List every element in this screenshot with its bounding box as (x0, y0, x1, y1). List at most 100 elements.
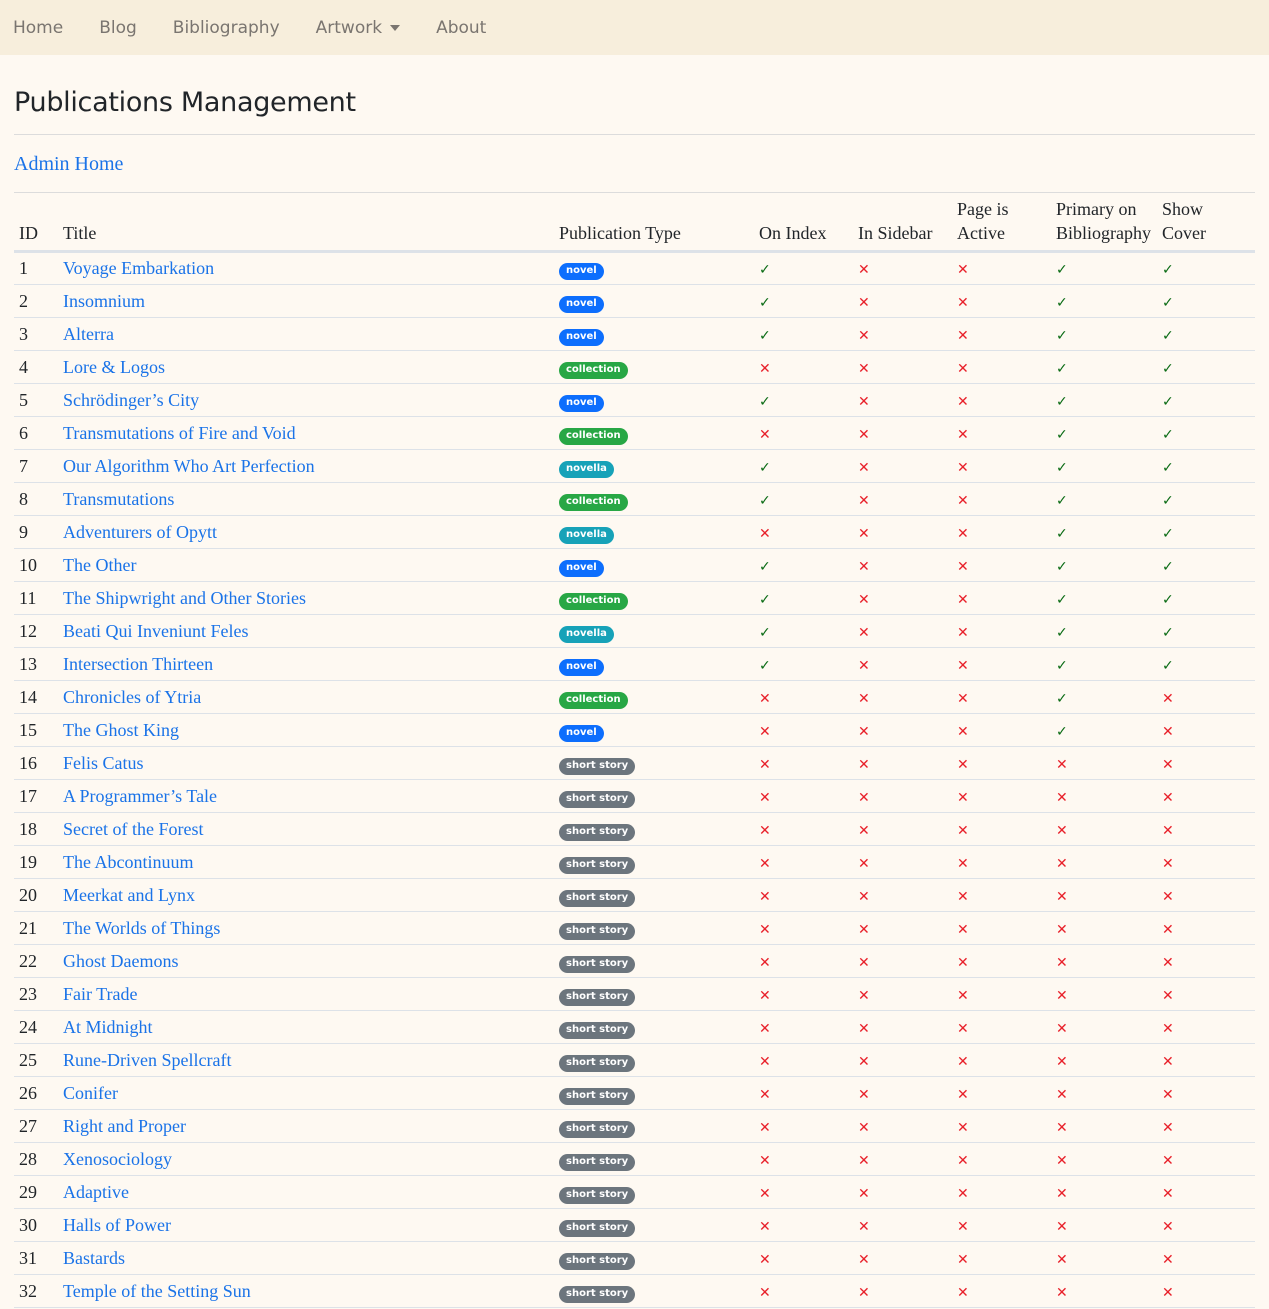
cell-title: Alterra (58, 317, 554, 351)
table-row: 25 Rune-Driven Spellcraft short story ✕ ✕ ✕ ✕ ✕ (14, 1043, 1255, 1077)
cell-publication-type: collection (554, 416, 754, 450)
publication-type-badge: short story (559, 988, 636, 1006)
publication-title-link[interactable]: Insomnium (63, 291, 145, 311)
publication-title-link[interactable]: Chronicles of Ytria (63, 687, 201, 707)
cross-icon: ✕ (1056, 1053, 1068, 1070)
cell-title: Adventurers of Opytt (58, 515, 554, 549)
cell-id: 8 (14, 482, 58, 516)
publication-title-link[interactable]: The Other (63, 555, 136, 575)
cell-in-sidebar: ✕ (853, 383, 952, 417)
publication-title-link[interactable]: Halls of Power (63, 1215, 171, 1235)
publication-title-link[interactable]: Bastards (63, 1248, 125, 1268)
cell-publication-type: novella (554, 515, 754, 549)
cell-primary-on-bibliography: ✓ (1051, 614, 1157, 648)
cross-icon: ✕ (957, 1185, 969, 1202)
cell-primary-on-bibliography: ✓ (1051, 515, 1157, 549)
cell-id: 17 (14, 779, 58, 813)
nav-about[interactable]: About (436, 18, 486, 38)
publication-type-badge: short story (559, 1021, 636, 1039)
check-icon: ✓ (1056, 262, 1068, 278)
cell-publication-type: short story (554, 1142, 754, 1176)
publication-title-link[interactable]: The Abcontinuum (63, 852, 193, 872)
publication-title-link[interactable]: Schrödinger’s City (63, 390, 199, 410)
cell-on-index: ✓ (754, 383, 853, 417)
cross-icon: ✕ (957, 459, 969, 476)
nav-blog-label: Blog (99, 17, 137, 38)
cell-page-is-active: ✕ (952, 1043, 1051, 1077)
cell-on-index: ✕ (754, 1274, 853, 1308)
cell-title: Transmutations (58, 482, 554, 516)
check-icon: ✓ (1162, 624, 1174, 641)
table-row: 27 Right and Proper short story ✕ ✕ ✕ ✕ ✕ (14, 1109, 1255, 1143)
publication-title-link[interactable]: At Midnight (63, 1017, 153, 1037)
publication-title-link[interactable]: The Ghost King (63, 720, 179, 740)
publication-title-link[interactable]: Transmutations of Fire and Void (63, 423, 296, 443)
cell-on-index: ✕ (754, 944, 853, 978)
publication-title-link[interactable]: Conifer (63, 1083, 118, 1103)
publication-title-link[interactable]: Adventurers of Opytt (63, 522, 217, 542)
admin-home-link[interactable]: Admin Home (14, 135, 1255, 192)
publication-title-link[interactable]: Voyage Embarkation (63, 258, 214, 278)
cell-id: 2 (14, 284, 58, 318)
cell-publication-type: short story (554, 845, 754, 879)
cross-icon: ✕ (957, 1218, 969, 1235)
publication-title-link[interactable]: The Shipwright and Other Stories (63, 588, 306, 608)
publication-type-badge: novel (559, 559, 604, 577)
publication-title-link[interactable]: Adaptive (63, 1182, 129, 1202)
publication-title-link[interactable]: Lore & Logos (63, 357, 165, 377)
cell-show-cover: ✕ (1157, 1208, 1255, 1242)
nav-artwork-dropdown[interactable]: Artwork (316, 18, 401, 38)
publication-title-link[interactable]: Our Algorithm Who Art Perfection (63, 456, 315, 476)
publication-title-link[interactable]: Ghost Daemons (63, 951, 179, 971)
cell-publication-type: short story (554, 1043, 754, 1077)
nav-home[interactable]: Home (13, 18, 63, 38)
cell-on-index: ✕ (754, 1076, 853, 1110)
publication-title-link[interactable]: Beati Qui Inveniunt Feles (63, 621, 248, 641)
cell-page-is-active: ✕ (952, 614, 1051, 648)
cross-icon: ✕ (957, 1251, 969, 1268)
nav-bibliography[interactable]: Bibliography (173, 18, 280, 38)
publication-title-link[interactable]: Transmutations (63, 489, 174, 509)
publication-title-link[interactable]: Intersection Thirteen (63, 654, 213, 674)
publication-title-link[interactable]: Alterra (63, 324, 114, 344)
cell-show-cover: ✕ (1157, 1274, 1255, 1308)
publication-title-link[interactable]: Felis Catus (63, 753, 144, 773)
cell-id: 13 (14, 647, 58, 681)
publication-title-link[interactable]: The Worlds of Things (63, 918, 220, 938)
cell-publication-type: short story (554, 1208, 754, 1242)
cross-icon: ✕ (957, 855, 969, 872)
cell-in-sidebar: ✕ (853, 548, 952, 582)
cross-icon: ✕ (1162, 987, 1174, 1004)
cell-on-index: ✕ (754, 1109, 853, 1143)
cell-title: Conifer (58, 1076, 554, 1110)
cross-icon: ✕ (858, 558, 870, 575)
publication-title-link[interactable]: Xenosociology (63, 1149, 172, 1169)
cross-icon: ✕ (858, 1152, 870, 1169)
cell-on-index: ✕ (754, 350, 853, 384)
publication-title-link[interactable]: Secret of the Forest (63, 819, 203, 839)
cell-on-index: ✓ (754, 548, 853, 582)
publication-title-link[interactable]: Fair Trade (63, 984, 138, 1004)
cross-icon: ✕ (858, 1218, 870, 1235)
cell-page-is-active: ✕ (952, 581, 1051, 615)
publication-title-link[interactable]: Right and Proper (63, 1116, 186, 1136)
cell-id: 10 (14, 548, 58, 582)
publication-title-link[interactable]: A Programmer’s Tale (63, 786, 217, 806)
cell-show-cover: ✓ (1157, 284, 1255, 318)
cell-in-sidebar: ✕ (853, 647, 952, 681)
cross-icon: ✕ (759, 1119, 771, 1136)
cross-icon: ✕ (858, 723, 870, 740)
cell-show-cover: ✕ (1157, 1076, 1255, 1110)
cell-primary-on-bibliography: ✕ (1051, 977, 1157, 1011)
publication-type-badge: short story (559, 1087, 636, 1105)
publication-type-badge: short story (559, 1285, 636, 1303)
publication-title-link[interactable]: Rune-Driven Spellcraft (63, 1050, 231, 1070)
publication-title-link[interactable]: Meerkat and Lynx (63, 885, 195, 905)
cell-on-index: ✕ (754, 1175, 853, 1209)
publication-title-link[interactable]: Temple of the Setting Sun (63, 1281, 251, 1301)
cross-icon: ✕ (1056, 1284, 1068, 1301)
cell-primary-on-bibliography: ✕ (1051, 1109, 1157, 1143)
cell-on-index: ✕ (754, 680, 853, 714)
nav-blog[interactable]: Blog (99, 18, 137, 38)
cell-publication-type: short story (554, 977, 754, 1011)
